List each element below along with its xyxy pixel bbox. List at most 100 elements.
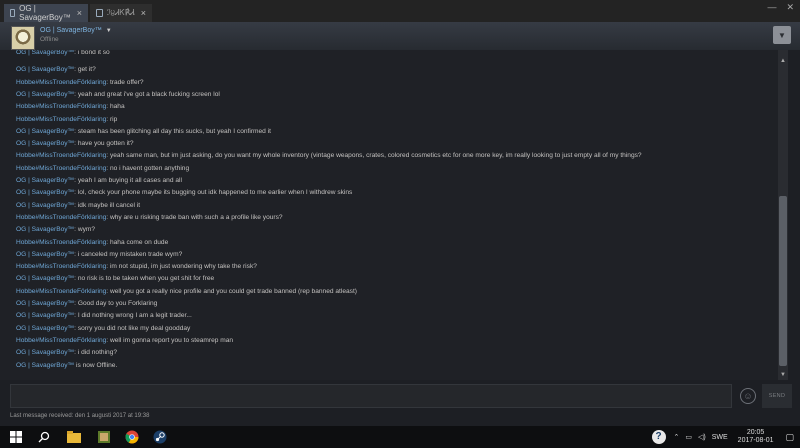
message-text: : have you gotten it? [74,140,134,148]
minimize-button[interactable]: — [767,2,776,13]
message-sender[interactable]: Hobbe#MissTroendeFörklaring [16,239,106,246]
message-sender[interactable]: OG | SavagerBoy™ [16,66,74,73]
message-text: : I did nothing wrong I am a legit trade… [74,312,192,320]
message-sender[interactable]: OG | SavagerBoy™ [16,362,74,369]
message-text: : why are u risking trade ban with such … [106,213,283,221]
chat-message: Hobbe#MissTroendeFörklaring: rip [16,115,117,124]
message-input[interactable] [10,384,732,408]
chat-message: Hobbe#MissTroendeFörklaring: haha [16,102,125,111]
message-sender[interactable]: OG | SavagerBoy™ [16,325,74,332]
clock-date: 2017-08-01 [737,437,774,444]
compose-area: ☺ SEND [0,380,800,410]
message-text: : wym? [74,226,96,234]
chrome-icon[interactable] [124,429,140,445]
message-text: : no risk is to be taken when you get sh… [74,275,215,283]
message-text: : steam has been glitching all day this … [74,127,271,135]
message-sender[interactable]: Hobbe#MissTroendeFörklaring [16,116,106,123]
message-text: : yeah I am buying it all cases and all [74,177,182,184]
chat-icon [96,9,103,17]
message-sender[interactable]: Hobbe#MissTroendeFörklaring [16,165,106,172]
message-sender[interactable]: OG | SavagerBoy™ [16,202,74,209]
message-sender[interactable]: OG | SavagerBoy™ [16,312,74,319]
message-sender[interactable]: OG | SavagerBoy™ [16,300,74,307]
message-sender[interactable]: OG | SavagerBoy™ [16,349,74,356]
message-sender[interactable]: Hobbe#MissTroendeFörklaring [16,337,106,344]
message-text: : i did nothing? [74,349,118,357]
message-sender[interactable]: Hobbe#MissTroendeFörklaring [16,263,106,270]
message-sender[interactable]: Hobbe#MissTroendeFörklaring [16,103,106,110]
options-dropdown-button[interactable]: ▼ [773,26,791,44]
game-icon[interactable] [96,429,112,445]
message-sender[interactable]: OG | SavagerBoy™ [16,140,74,147]
file-explorer-icon[interactable] [66,429,82,445]
windows-start-icon[interactable] [8,429,24,445]
smiley-icon[interactable]: ☺ [740,388,756,404]
chat-message: OG | SavagerBoy™: I did nothing wrong I … [16,311,192,320]
search-icon[interactable] [36,429,52,445]
message-sender[interactable]: Hobbe#MissTroendeFörklaring [16,288,106,295]
message-sender[interactable]: Hobbe#MissTroendeFörklaring [16,152,106,159]
message-sender[interactable]: OG | SavagerBoy™ [16,91,74,98]
chat-message: OG | SavagerBoy™: idk maybe ill cancel i… [16,201,140,210]
scroll-down-icon[interactable]: ▼ [778,370,788,380]
scroll-up-icon[interactable]: ▲ [778,56,788,66]
window-controls: — ✕ [767,2,794,13]
close-tab-icon[interactable]: × [77,8,82,18]
close-tab-icon[interactable]: × [141,8,146,18]
network-icon[interactable]: ▭ [685,433,692,441]
message-text: : im not stupid, im just wondering why t… [106,263,257,271]
tab-bar: OG | SavagerBoy™ × ℐ੪ᏗᏦ℟ᏗᏁ\_ℒ × — ✕ [0,0,800,22]
notifications-icon[interactable]: ▢ [785,432,794,443]
message-text: : well im gonna report you to steamrep m… [106,336,234,344]
chat-message: OG | SavagerBoy™: i bond it so [16,50,110,57]
language-indicator[interactable]: SWE [712,434,728,441]
message-sender[interactable]: OG | SavagerBoy™ [16,251,74,258]
friend-name[interactable]: OG | SavagerBoy™ ▼ [40,27,112,34]
chat-message: OG | SavagerBoy™: i did nothing? [16,348,117,357]
message-sender[interactable]: Hobbe#MissTroendeFörklaring [16,79,106,86]
chat-message: Hobbe#MissTroendeFörklaring: no i havent… [16,164,189,173]
steam-icon[interactable] [152,429,168,445]
help-icon[interactable]: ? [651,430,666,444]
chat-message: OG | SavagerBoy™: Good day to you Forkla… [16,299,157,308]
message-sender[interactable]: OG | SavagerBoy™ [16,275,74,282]
message-text: : sorry you did not like my deal goodday [74,324,191,332]
message-text: : no i havent gotten anything [106,164,190,172]
chevron-down-icon: ▼ [778,30,786,40]
avatar[interactable] [11,26,35,50]
chat-message: OG | SavagerBoy™: yeah I am buying it al… [16,176,182,185]
close-window-button[interactable]: ✕ [786,2,794,13]
chat-message: OG | SavagerBoy™: have you gotten it? [16,139,134,148]
chevron-down-icon[interactable]: ▼ [106,28,112,34]
chat-message: OG | SavagerBoy™: wym? [16,225,95,234]
chat-message: Hobbe#MissTroendeFörklaring: well you go… [16,287,357,296]
taskbar: ? ⌃ ▭ ◁) SWE 20:05 2017-08-01 ▢ [0,426,800,448]
message-text: : trade offer? [106,78,144,86]
message-text: : i canceled my mistaken trade wym? [74,250,183,258]
chat-message: Hobbe#MissTroendeFörklaring: im not stup… [16,262,257,271]
chat-message: Hobbe#MissTroendeFörklaring: well im gon… [16,336,233,345]
clock[interactable]: 20:05 2017-08-01 [738,429,774,445]
message-sender[interactable]: Hobbe#MissTroendeFörklaring [16,214,106,221]
volume-icon[interactable]: ◁) [698,433,706,441]
message-text: : haha [106,103,125,111]
tab-label: OG | SavagerBoy™ [19,4,71,22]
chat-message: Hobbe#MissTroendeFörklaring: haha come o… [16,238,168,247]
tab-chat-other[interactable]: ℐ੪ᏗᏦ℟ᏗᏁ\_ℒ × [90,4,152,22]
tab-chat-savagerboy[interactable]: OG | SavagerBoy™ × [4,4,88,22]
message-sender[interactable]: OG | SavagerBoy™ [16,128,74,135]
send-button[interactable]: SEND [762,384,792,408]
message-sender[interactable]: OG | SavagerBoy™ [16,189,74,196]
message-text: is now Offline. [74,361,118,369]
chat-message: OG | SavagerBoy™: i canceled my mistaken… [16,250,182,259]
chat-message: OG | SavagerBoy™: no risk is to be taken… [16,274,214,283]
message-sender[interactable]: OG | SavagerBoy™ [16,226,74,233]
chat-message: OG | SavagerBoy™: lol, check your phone … [16,188,352,197]
friend-name-text: OG | SavagerBoy™ [40,27,102,34]
chevron-up-icon[interactable]: ⌃ [674,433,680,441]
scrollbar-thumb[interactable] [779,196,787,366]
chat-log: OG | SavagerBoy™: i bond it so OG | Savag… [0,50,778,380]
chat-scrollbar[interactable]: ▲ ▼ [778,50,788,380]
message-sender[interactable]: OG | SavagerBoy™ [16,50,74,56]
message-sender[interactable]: OG | SavagerBoy™ [16,177,74,184]
